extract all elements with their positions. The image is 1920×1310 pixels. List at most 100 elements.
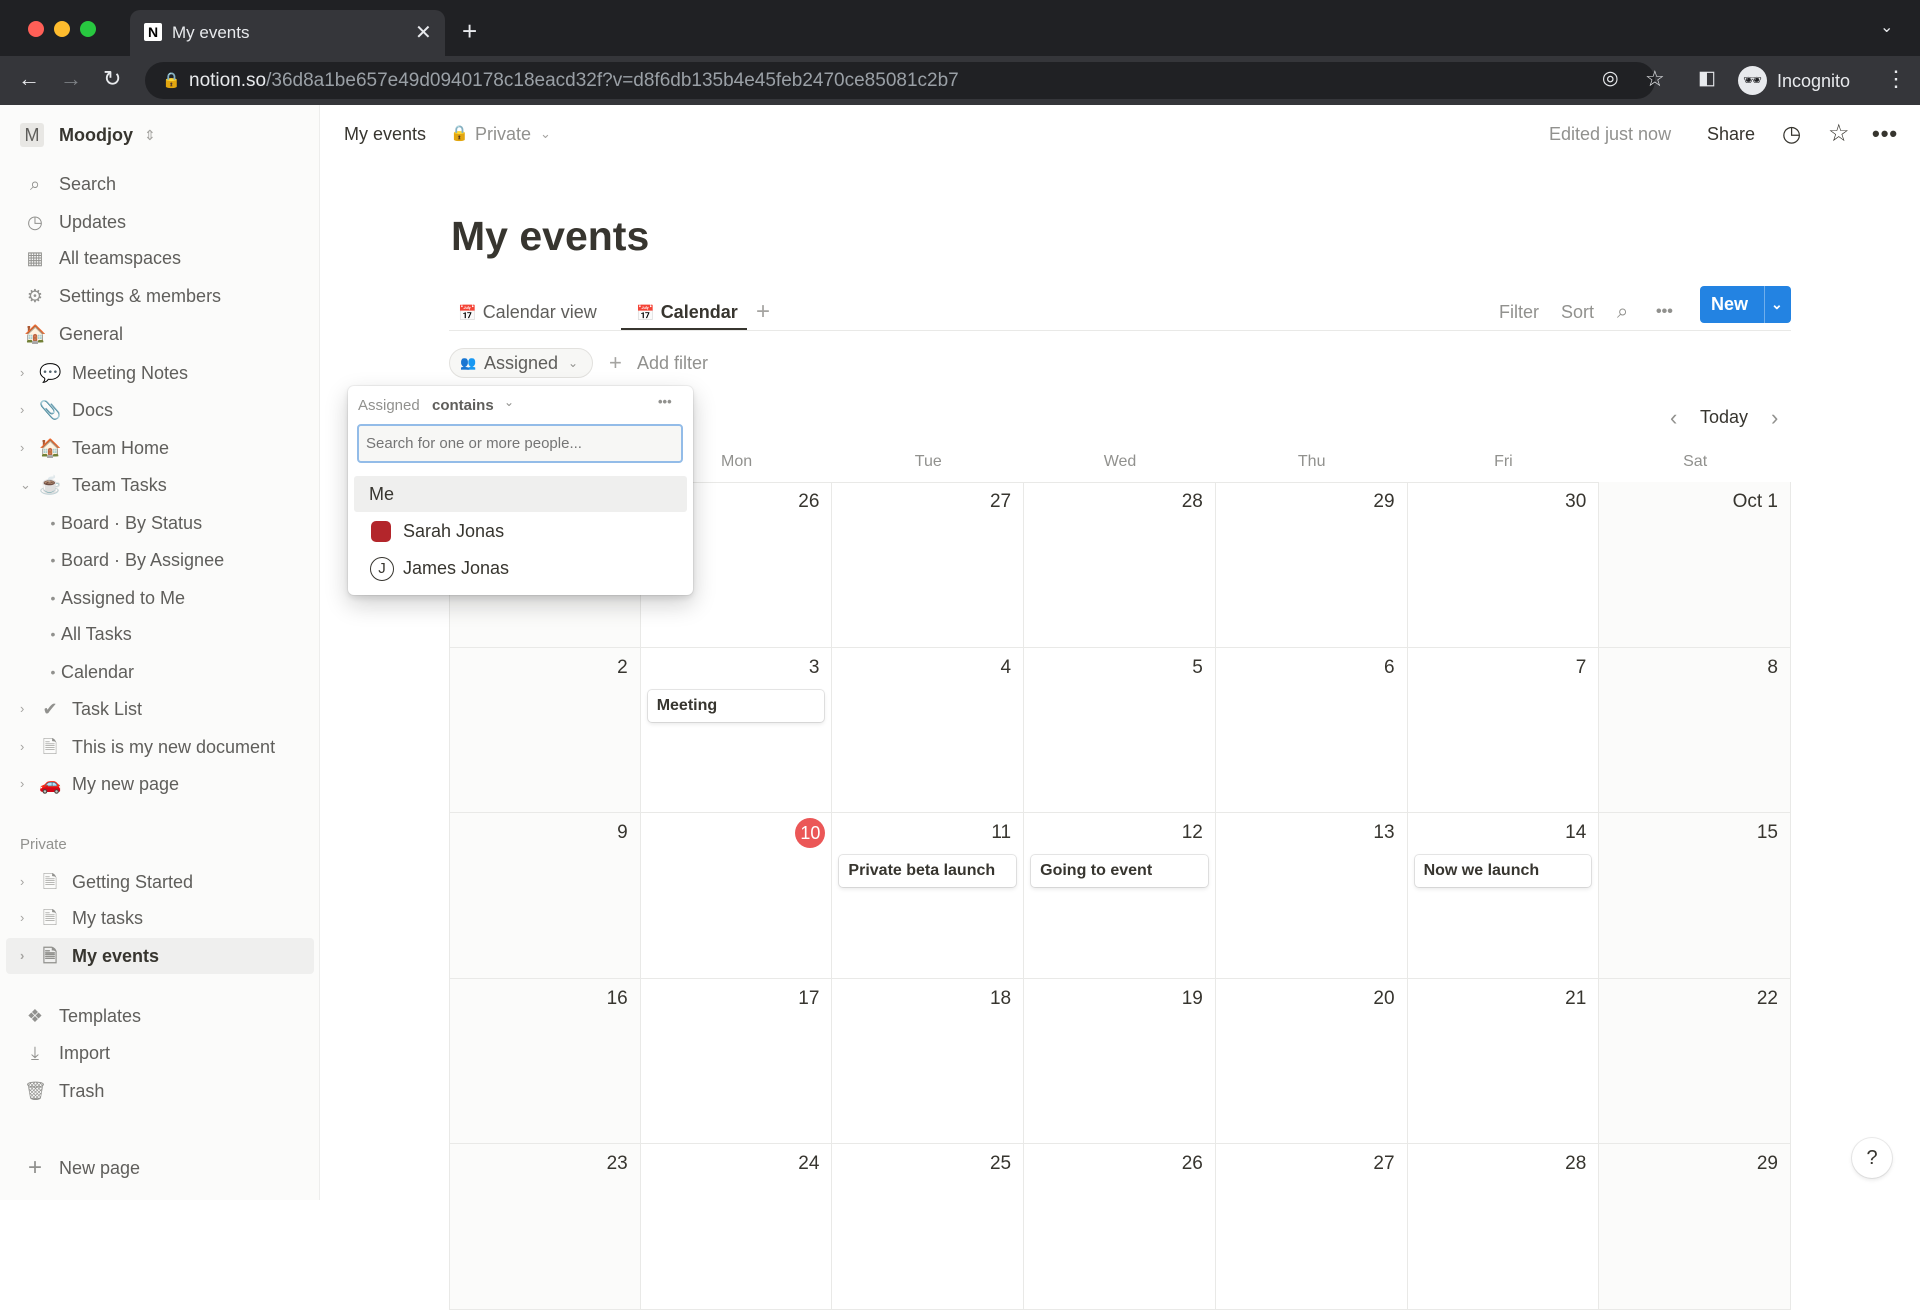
sidebar-item-team-tasks[interactable]: ⌄ ☕ Team Tasks [6, 467, 314, 503]
search-icon[interactable]: ⌕ [1617, 294, 1628, 330]
sidebar-item-getting-started[interactable]: › 🗎 Getting Started [6, 864, 314, 900]
add-filter-button[interactable]: Add filter [637, 348, 708, 378]
sidebar-item-trash[interactable]: 🗑 Trash [6, 1073, 314, 1109]
calendar-day-cell[interactable]: 25 [832, 1144, 1025, 1310]
sort-button[interactable]: Sort [1561, 294, 1594, 330]
sidebar-item-meeting-notes[interactable]: › 💬 Meeting Notes [6, 355, 314, 391]
help-button[interactable]: ? [1852, 1138, 1892, 1178]
next-month-icon[interactable]: › [1771, 405, 1778, 431]
option-me[interactable]: Me [354, 476, 687, 512]
tab-calendar[interactable]: 📅 Calendar [636, 294, 738, 330]
calendar-day-cell[interactable]: 18 [832, 978, 1025, 1144]
calendar-day-cell[interactable]: 7 [1407, 647, 1600, 813]
today-button[interactable]: Today [1700, 407, 1748, 428]
sidebar-item-calendar[interactable]: • Calendar [6, 654, 314, 690]
tracking-eye-off-icon[interactable]: ◎ [1602, 69, 1619, 88]
sidebar-item-all-tasks[interactable]: • All Tasks [6, 616, 314, 652]
chevron-right-icon[interactable]: › [20, 864, 24, 900]
calendar-day-cell[interactable]: 4 [832, 647, 1025, 813]
calendar-day-cell[interactable]: 28 [1407, 1144, 1600, 1310]
people-search-input[interactable] [357, 424, 683, 463]
maximize-window-button[interactable] [80, 21, 96, 37]
new-tab-icon[interactable]: + [462, 18, 477, 44]
history-clock-icon[interactable]: ◷ [1782, 120, 1801, 148]
url-field[interactable]: 🔒 notion.so/36d8a1be657e49d0940178c18eac… [145, 62, 1655, 99]
option-sarah-jonas[interactable]: Sarah Jonas [354, 513, 687, 549]
calendar-day-cell[interactable]: 14 Now we launch [1407, 813, 1600, 979]
previous-month-icon[interactable]: ‹ [1670, 405, 1677, 431]
chevron-right-icon[interactable]: › [20, 355, 24, 391]
sidebar-item-my-tasks[interactable]: › 🗎 My tasks [6, 900, 314, 936]
event-card[interactable]: Now we launch [1414, 855, 1592, 887]
workspace-switcher[interactable]: M Moodjoy ⇕ [6, 117, 314, 153]
side-panel-icon[interactable]: ◧ [1698, 69, 1716, 88]
tab-search-chevron-icon[interactable]: ⌄ [1880, 20, 1893, 36]
sidebar-item-settings-members[interactable]: ⚙ Settings & members [6, 278, 314, 314]
calendar-day-cell[interactable]: 27 [832, 482, 1025, 648]
tab-calendar-view[interactable]: 📅 Calendar view [458, 294, 597, 330]
forward-icon[interactable]: → [60, 68, 82, 90]
calendar-day-cell[interactable]: 24 [640, 1144, 833, 1310]
calendar-day-cell[interactable]: 15 [1599, 813, 1791, 979]
calendar-day-cell[interactable]: 28 [1024, 482, 1216, 648]
filter-button[interactable]: Filter [1499, 294, 1539, 330]
calendar-day-cell[interactable]: 30 [1407, 482, 1600, 648]
calendar-day-cell[interactable]: 17 [640, 978, 833, 1144]
more-options-icon[interactable]: ••• [1872, 120, 1898, 148]
sidebar-item-board-by-assignee[interactable]: • Board · By Assignee [6, 542, 314, 578]
sidebar-item-my-events[interactable]: › 🗎 My events [6, 938, 314, 974]
privacy-dropdown[interactable]: Private [475, 120, 531, 148]
calendar-day-cell[interactable]: 23 [449, 1144, 641, 1310]
sidebar-item-my-new-page[interactable]: › 🚗 My new page [6, 766, 314, 802]
browser-menu-icon[interactable]: ⋮ [1885, 68, 1907, 90]
calendar-day-cell[interactable]: 6 [1215, 647, 1408, 813]
calendar-day-cell[interactable]: 29 [1215, 482, 1408, 648]
calendar-day-cell[interactable]: 3 Meeting [640, 647, 833, 813]
browser-tab[interactable]: N My events ✕ [130, 10, 445, 56]
chevron-right-icon[interactable]: › [20, 766, 24, 802]
filter-operator-dropdown[interactable]: contains [432, 397, 494, 414]
chevron-right-icon[interactable]: › [20, 392, 24, 428]
calendar-day-cell[interactable]: 19 [1024, 978, 1216, 1144]
assigned-filter-chip[interactable]: 👥 Assigned ⌄ [449, 348, 593, 378]
chevron-down-icon[interactable]: ⌄ [1771, 286, 1783, 323]
event-card[interactable]: Meeting [647, 689, 825, 722]
sidebar-item-templates[interactable]: ❖ Templates [6, 998, 314, 1034]
calendar-day-cell[interactable]: 11 Private beta launch [832, 813, 1025, 979]
add-view-icon[interactable]: + [756, 294, 770, 330]
calendar-day-cell[interactable]: 22 [1599, 978, 1791, 1144]
favorite-star-icon[interactable]: ☆ [1828, 120, 1850, 148]
calendar-day-cell[interactable]: 9 [449, 813, 641, 979]
chevron-right-icon[interactable]: › [20, 430, 24, 466]
sidebar-item-docs[interactable]: › 📎 Docs [6, 392, 314, 428]
chevron-right-icon[interactable]: › [20, 900, 24, 936]
back-icon[interactable]: ← [18, 68, 40, 90]
chevron-right-icon[interactable]: › [20, 938, 24, 974]
sidebar-item-this-is-my-new-document[interactable]: › 🗎 This is my new document [6, 729, 314, 765]
bookmark-star-icon[interactable]: ☆ [1645, 68, 1665, 90]
option-james-jonas[interactable]: J James Jonas [354, 550, 687, 586]
calendar-day-cell[interactable]: 10 [640, 813, 833, 979]
close-window-button[interactable] [28, 21, 44, 37]
page-title[interactable]: My events [451, 213, 649, 260]
sidebar-item-board-by-status[interactable]: • Board · By Status [6, 505, 314, 541]
calendar-day-cell[interactable]: 27 [1215, 1144, 1408, 1310]
calendar-day-cell[interactable]: 21 [1407, 978, 1600, 1144]
calendar-day-cell[interactable]: 5 [1024, 647, 1216, 813]
sidebar-item-team-home[interactable]: › 🏠 Team Home [6, 430, 314, 466]
new-button[interactable]: New ⌄ [1700, 286, 1791, 323]
chevron-right-icon[interactable]: › [20, 691, 24, 727]
view-more-icon[interactable]: ••• [1656, 294, 1673, 330]
minimize-window-button[interactable] [54, 21, 70, 37]
chevron-down-icon[interactable]: ⌄ [20, 467, 31, 503]
sidebar-item-import[interactable]: ⤓ Import [6, 1035, 314, 1071]
calendar-day-cell[interactable]: 13 [1215, 813, 1408, 979]
calendar-day-cell[interactable]: 12 Going to event [1024, 813, 1216, 979]
calendar-day-cell[interactable]: 16 [449, 978, 641, 1144]
calendar-day-cell[interactable]: 20 [1215, 978, 1408, 1144]
calendar-day-cell[interactable]: 8 [1599, 647, 1791, 813]
event-card[interactable]: Private beta launch [839, 855, 1017, 887]
share-button[interactable]: Share [1707, 120, 1755, 148]
reload-icon[interactable]: ↻ [103, 68, 121, 90]
event-card[interactable]: Going to event [1031, 855, 1208, 887]
